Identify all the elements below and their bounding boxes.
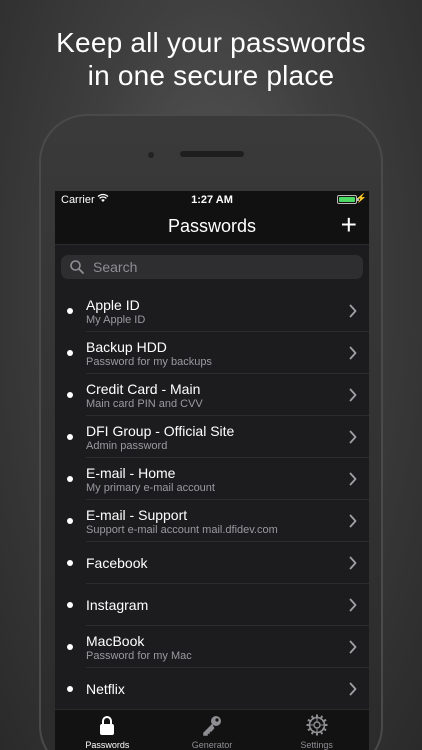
- entry-bullet: [67, 476, 73, 482]
- charging-icon: ⚡: [355, 193, 367, 203]
- tab-settings[interactable]: Settings: [264, 710, 369, 750]
- entry-title: MacBook: [86, 633, 145, 649]
- earpiece-speaker: [180, 151, 244, 157]
- page-title: Passwords: [167, 216, 257, 236]
- password-entry-row[interactable]: Backup HDD Password for my backups: [55, 332, 369, 374]
- password-entry-row[interactable]: Facebook: [55, 542, 369, 584]
- password-entry-row[interactable]: Netflix: [55, 668, 369, 710]
- navigation-bar: Passwords +: [55, 209, 369, 245]
- chevron-right-icon: [349, 514, 357, 528]
- marketing-headline: Keep all your passwords in one secure pl…: [0, 26, 422, 92]
- password-entry-row[interactable]: E-mail - Home My primary e-mail account: [55, 458, 369, 500]
- entry-title: DFI Group - Official Site: [86, 423, 235, 439]
- clock: 1:27 AM: [191, 194, 233, 206]
- entry-bullet: [67, 602, 73, 608]
- tab-bar: Passwords Generator Settings: [55, 709, 369, 750]
- chevron-right-icon: [349, 682, 357, 696]
- entry-subtitle: Support e-mail account mail.dfidev.com: [86, 524, 278, 536]
- front-camera: [148, 152, 154, 158]
- tab-label: Passwords: [85, 740, 130, 750]
- gear-icon: [306, 714, 328, 736]
- password-entry-row[interactable]: Instagram: [55, 584, 369, 626]
- password-entry-row[interactable]: Credit Card - Main Main card PIN and CVV: [55, 374, 369, 416]
- entry-bullet: [67, 308, 73, 314]
- tab-label: Settings: [300, 740, 333, 750]
- key-icon: [201, 714, 223, 736]
- search-icon: [70, 260, 84, 274]
- chevron-right-icon: [349, 598, 357, 612]
- chevron-right-icon: [349, 388, 357, 402]
- entry-title: Backup HDD: [86, 339, 167, 355]
- password-entry-row[interactable]: MacBook Password for my Mac: [55, 626, 369, 668]
- chevron-right-icon: [349, 346, 357, 360]
- entry-bullet: [67, 560, 73, 566]
- entry-subtitle: My primary e-mail account: [86, 482, 215, 494]
- entry-bullet: [67, 644, 73, 650]
- entry-title: Credit Card - Main: [86, 381, 201, 397]
- app-screen: Carrier 1:27 AM ⚡ Passwords + Apple IDMy…: [55, 191, 369, 750]
- entry-subtitle: Main card PIN and CVV: [86, 398, 203, 410]
- password-entry-row[interactable]: Apple ID My Apple ID: [55, 290, 369, 332]
- entry-bullet: [67, 518, 73, 524]
- password-entry-row[interactable]: DFI Group - Official Site Admin password: [55, 416, 369, 458]
- chevron-right-icon: [349, 304, 357, 318]
- tab-label: Generator: [191, 740, 233, 750]
- search-container: [55, 246, 369, 288]
- search-input[interactable]: [93, 259, 353, 275]
- tab-passwords[interactable]: Passwords: [55, 710, 160, 750]
- entry-title: E-mail - Support: [86, 507, 188, 523]
- chevron-right-icon: [349, 556, 357, 570]
- entry-bullet: [67, 392, 73, 398]
- entry-bullet: [67, 350, 73, 356]
- entry-title: Apple ID: [86, 297, 140, 313]
- search-bar[interactable]: [61, 255, 363, 279]
- headline-line-2: in one secure place: [87, 60, 335, 91]
- chevron-right-icon: [349, 430, 357, 444]
- entry-subtitle: Password for my backups: [86, 356, 212, 368]
- entry-title: Facebook: [86, 555, 148, 571]
- entry-bullet: [67, 686, 73, 692]
- chevron-right-icon: [349, 640, 357, 654]
- entry-title: Instagram: [86, 597, 149, 613]
- password-entry-row[interactable]: E-mail - Support Support e-mail account m…: [55, 500, 369, 542]
- password-list: Apple ID My Apple ID Backup HDD Password fo…: [55, 290, 369, 710]
- entry-subtitle: My Apple ID: [86, 314, 146, 326]
- entry-subtitle: Admin password: [86, 440, 168, 452]
- add-password-button[interactable]: +: [341, 210, 357, 240]
- entry-subtitle: Password for my Mac: [86, 650, 192, 662]
- battery-icon: [337, 195, 357, 204]
- entry-bullet: [67, 434, 73, 440]
- lock-icon: [96, 714, 118, 736]
- chevron-right-icon: [349, 472, 357, 486]
- headline-line-1: Keep all your passwords: [56, 27, 366, 58]
- entry-title: Netflix: [86, 681, 125, 697]
- status-bar: Carrier 1:27 AM ⚡: [55, 191, 369, 209]
- tab-generator[interactable]: Generator: [160, 710, 265, 750]
- entry-title: E-mail - Home: [86, 465, 176, 481]
